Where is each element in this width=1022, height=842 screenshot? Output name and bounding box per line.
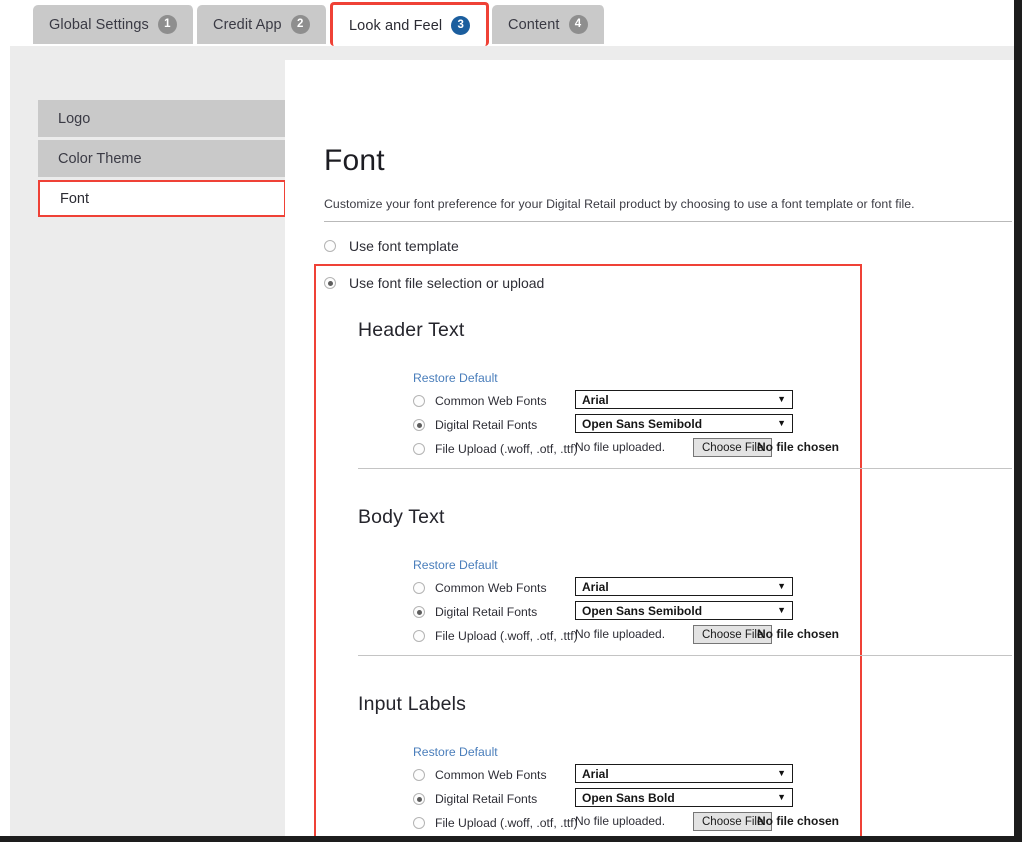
page-title: Font	[324, 144, 385, 177]
radio-file-upload-body-text[interactable]: File Upload (.woff, .otf, .ttf)	[413, 629, 578, 643]
select-value: Open Sans Semibold	[582, 416, 703, 431]
chevron-down-icon: ▼	[777, 605, 786, 615]
window-left-edge	[0, 0, 4, 842]
content-panel: Font Customize your font preference for …	[285, 60, 1014, 842]
radio-common-web-fonts-input-labels[interactable]: Common Web Fonts	[413, 768, 547, 782]
tab-label: Look and Feel	[349, 17, 443, 34]
radio-indicator	[413, 793, 425, 805]
tab-badge: 2	[290, 15, 310, 34]
tab-badge: 4	[568, 15, 588, 34]
application-window: Global Settings 1 Credit App 2 Look and …	[0, 0, 1022, 842]
select-value: Arial	[582, 766, 609, 781]
page-description: Customize your font preference for your …	[324, 197, 915, 211]
radio-label: Common Web Fonts	[435, 394, 547, 408]
radio-label: Common Web Fonts	[435, 768, 547, 782]
radio-file-upload-input-labels[interactable]: File Upload (.woff, .otf, .ttf)	[413, 816, 578, 830]
radio-indicator	[413, 395, 425, 407]
tab-content[interactable]: Content 4	[492, 5, 605, 44]
radio-label: Digital Retail Fonts	[435, 605, 538, 619]
radio-file-upload-header-text[interactable]: File Upload (.woff, .otf, .ttf)	[413, 442, 578, 456]
upload-status-header-text: No file uploaded.	[575, 440, 666, 454]
radio-indicator	[413, 582, 425, 594]
radio-digital-retail-fonts-input-labels[interactable]: Digital Retail Fonts	[413, 792, 537, 806]
radio-use-font-template[interactable]: Use font template	[324, 238, 459, 254]
select-common-web-font-body-text[interactable]: Arial ▼	[575, 577, 793, 596]
select-common-web-font-input-labels[interactable]: Arial ▼	[575, 764, 793, 783]
radio-label: File Upload (.woff, .otf, .ttf)	[435, 442, 578, 456]
sidebar-item-color-theme[interactable]: Color Theme	[38, 140, 286, 177]
chosen-file-label-input-labels: No file chosen	[757, 814, 840, 828]
radio-label: Use font file selection or upload	[349, 275, 545, 291]
restore-default-link-input-labels[interactable]: Restore Default	[413, 745, 498, 759]
tab-badge: 1	[157, 15, 177, 34]
radio-label: Digital Retail Fonts	[435, 418, 538, 432]
radio-indicator	[413, 817, 425, 829]
tab-badge: 3	[451, 16, 471, 35]
upload-status-input-labels: No file uploaded.	[575, 814, 666, 828]
section-divider-1	[358, 468, 1012, 469]
tab-bar: Global Settings 1 Credit App 2 Look and …	[0, 0, 1014, 46]
section-title-header-text: Header Text	[358, 319, 465, 341]
chevron-down-icon: ▼	[777, 768, 786, 778]
select-value: Arial	[582, 392, 609, 407]
section-title-body-text: Body Text	[358, 506, 445, 528]
chevron-down-icon: ▼	[777, 394, 786, 404]
select-digital-retail-font-header-text[interactable]: Open Sans Semibold ▼	[575, 414, 793, 433]
radio-indicator	[413, 419, 425, 431]
radio-indicator	[413, 769, 425, 781]
radio-label: File Upload (.woff, .otf, .ttf)	[435, 629, 578, 643]
select-digital-retail-font-input-labels[interactable]: Open Sans Bold ▼	[575, 788, 793, 807]
tab-credit-app[interactable]: Credit App 2	[197, 5, 327, 44]
sidebar-item-logo[interactable]: Logo	[38, 100, 286, 137]
sidebar: Logo Color Theme Font	[38, 100, 286, 220]
radio-label: Digital Retail Fonts	[435, 792, 538, 806]
restore-default-link-header-text[interactable]: Restore Default	[413, 371, 498, 385]
radio-common-web-fonts-header-text[interactable]: Common Web Fonts	[413, 394, 547, 408]
select-value: Arial	[582, 579, 609, 594]
sidebar-item-label: Color Theme	[58, 150, 142, 167]
radio-indicator	[413, 443, 425, 455]
chevron-down-icon: ▼	[777, 792, 786, 802]
window-bottom-edge	[0, 836, 1022, 842]
radio-digital-retail-fonts-header-text[interactable]: Digital Retail Fonts	[413, 418, 537, 432]
sidebar-item-label: Font	[60, 190, 90, 207]
restore-default-link-body-text[interactable]: Restore Default	[413, 558, 498, 572]
select-value: Open Sans Bold	[582, 790, 675, 805]
sidebar-item-label: Logo	[58, 110, 91, 127]
select-common-web-font-header-text[interactable]: Arial ▼	[575, 390, 793, 409]
radio-indicator	[324, 277, 336, 289]
select-value: Open Sans Semibold	[582, 603, 703, 618]
upload-status-body-text: No file uploaded.	[575, 627, 666, 641]
select-digital-retail-font-body-text[interactable]: Open Sans Semibold ▼	[575, 601, 793, 620]
section-divider-2	[358, 655, 1012, 656]
radio-indicator	[413, 630, 425, 642]
radio-indicator	[413, 606, 425, 618]
radio-label: Use font template	[349, 238, 459, 254]
radio-label: File Upload (.woff, .otf, .ttf)	[435, 816, 578, 830]
tab-label: Content	[508, 16, 560, 33]
page-body: Logo Color Theme Font Font Customize you…	[10, 46, 1014, 842]
tab-label: Global Settings	[49, 16, 149, 33]
radio-use-font-file-selection[interactable]: Use font file selection or upload	[324, 275, 544, 291]
radio-label: Common Web Fonts	[435, 581, 547, 595]
radio-indicator	[324, 240, 336, 252]
chosen-file-label-header-text: No file chosen	[757, 440, 840, 454]
tab-label: Credit App	[213, 16, 282, 33]
chosen-file-label-body-text: No file chosen	[757, 627, 840, 641]
highlight-box-font-file-section	[314, 264, 862, 842]
chevron-down-icon: ▼	[777, 418, 786, 428]
radio-digital-retail-fonts-body-text[interactable]: Digital Retail Fonts	[413, 605, 537, 619]
window-right-edge	[1014, 0, 1022, 842]
section-title-input-labels: Input Labels	[358, 693, 467, 715]
sidebar-item-font[interactable]: Font	[38, 180, 286, 217]
radio-common-web-fonts-body-text[interactable]: Common Web Fonts	[413, 581, 547, 595]
tab-global-settings[interactable]: Global Settings 1	[33, 5, 194, 44]
title-divider	[324, 221, 1012, 222]
chevron-down-icon: ▼	[777, 581, 786, 591]
tab-look-and-feel[interactable]: Look and Feel 3	[330, 2, 490, 46]
